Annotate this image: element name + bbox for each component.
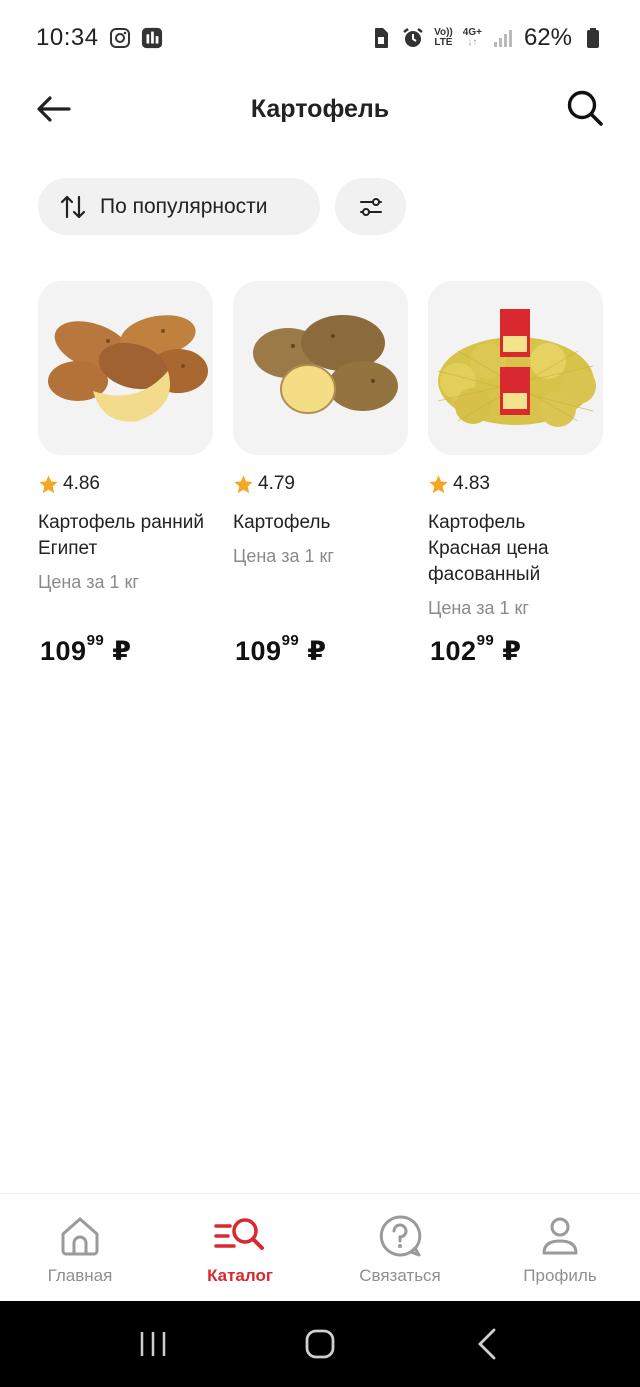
rating-value: 4.86 xyxy=(63,473,100,494)
price-unit: Цена за 1 кг xyxy=(428,598,529,618)
chevron-left-icon xyxy=(477,1328,496,1360)
sim-icon xyxy=(370,27,392,49)
product-name: Картофель Красная цена фасованный xyxy=(428,512,549,585)
product-price: 10999 ₽ xyxy=(40,632,132,666)
sort-button[interactable]: По популярности xyxy=(38,178,320,235)
page-title: Картофель xyxy=(250,94,390,123)
profile-icon xyxy=(542,1217,578,1255)
alarm-icon xyxy=(402,27,424,49)
nav-profile-label: Профиль xyxy=(523,1266,597,1285)
status-time: 10:34 xyxy=(36,24,99,51)
home-system-button[interactable] xyxy=(290,1314,350,1374)
back-system-button[interactable] xyxy=(457,1314,517,1374)
star-icon xyxy=(234,474,253,493)
product-card[interactable]: 4.83 Картофель Красная цена фасованный Ц… xyxy=(428,281,603,666)
network-gen-indicator: 4G+ ↓↑ xyxy=(462,27,482,48)
signal-icon xyxy=(492,27,514,49)
battery-percent: 62% xyxy=(523,24,572,51)
price-unit: Цена за 1 кг xyxy=(38,572,139,592)
product-image xyxy=(428,281,603,455)
recent-apps-icon xyxy=(141,1332,166,1356)
nav-catalog-label: Каталог xyxy=(207,1266,273,1285)
sort-label: По популярности xyxy=(100,194,268,218)
nav-catalog[interactable]: Каталог xyxy=(160,1194,320,1301)
product-image xyxy=(233,281,408,455)
app-header: Картофель xyxy=(0,76,640,142)
product-image xyxy=(38,281,213,455)
nav-contact[interactable]: Связаться xyxy=(320,1194,480,1301)
instagram-icon xyxy=(109,27,131,49)
product-card[interactable]: 4.79 Картофель Цена за 1 кг 10999 ₽ xyxy=(233,281,408,666)
star-icon xyxy=(429,474,448,493)
price-unit: Цена за 1 кг xyxy=(233,546,334,566)
product-name: Картофель xyxy=(233,512,331,533)
nav-home-label: Главная xyxy=(47,1266,113,1285)
catalog-search-icon xyxy=(214,1218,264,1250)
filter-sliders-icon xyxy=(359,197,382,216)
product-price: 10999 ₽ xyxy=(235,632,327,666)
nav-home[interactable]: Главная xyxy=(0,1194,160,1301)
status-bar: 10:34 Vo)) LTE 4G+ ↓↑ 62% xyxy=(0,0,640,76)
arrow-left-icon xyxy=(37,96,71,122)
volte-indicator: Vo)) LTE xyxy=(434,27,453,48)
rating: 4.86 xyxy=(38,473,213,495)
help-chat-icon xyxy=(379,1215,422,1257)
search-button[interactable] xyxy=(564,87,606,129)
home-icon xyxy=(61,1217,99,1256)
sort-arrows-icon xyxy=(60,195,86,218)
product-price: 10299 ₽ xyxy=(430,632,522,666)
home-square-icon xyxy=(305,1329,335,1359)
bottom-navigation: Главная Каталог Связаться Профиль xyxy=(0,1193,640,1301)
filter-button[interactable] xyxy=(335,178,406,235)
system-navigation-bar xyxy=(0,1301,640,1387)
rating-value: 4.79 xyxy=(258,473,295,494)
back-button[interactable] xyxy=(34,89,74,129)
nav-profile[interactable]: Профиль xyxy=(480,1194,640,1301)
recent-apps-button[interactable] xyxy=(123,1314,183,1374)
product-card[interactable]: 4.86 Картофель ранний Египет Цена за 1 к… xyxy=(38,281,213,666)
app-notification-icon xyxy=(141,27,163,49)
search-icon xyxy=(567,90,603,126)
battery-icon xyxy=(582,27,604,49)
product-name: Картофель ранний Египет xyxy=(38,512,205,559)
rating: 4.79 xyxy=(233,473,408,495)
rating: 4.83 xyxy=(428,473,603,495)
rating-value: 4.83 xyxy=(453,473,490,494)
nav-contact-label: Связаться xyxy=(359,1266,441,1285)
star-icon xyxy=(39,474,58,493)
